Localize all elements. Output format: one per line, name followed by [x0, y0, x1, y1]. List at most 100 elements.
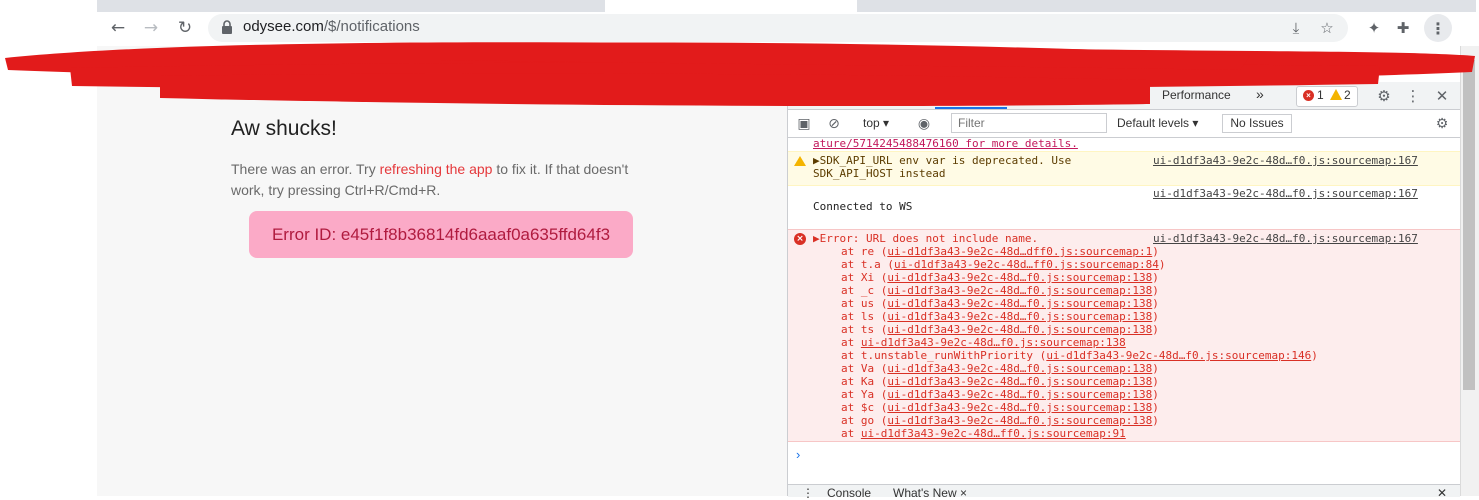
stack-frame-link[interactable]: ui-d1df3a43-9e2c-48d…f0.js:sourcemap:146 — [1046, 349, 1311, 362]
stack-frame-text: at — [841, 427, 861, 440]
warning-count-icon — [1330, 89, 1342, 100]
forward-arrow-icon[interactable]: → — [139, 16, 163, 40]
stack-frame-text: at go ( — [841, 414, 888, 427]
stack-frame-link[interactable]: ui-d1df3a43-9e2c-48d…f0.js:sourcemap:138 — [887, 414, 1152, 427]
stack-frame-link[interactable]: ui-d1df3a43-9e2c-48d…f0.js:sourcemap:138 — [887, 388, 1152, 401]
stack-frame-link[interactable]: ui-d1df3a43-9e2c-48d…f0.js:sourcemap:138 — [861, 336, 1126, 349]
error-count: 1 — [1317, 88, 1324, 102]
stack-frame-link[interactable]: ui-d1df3a43-9e2c-48d…f0.js:sourcemap:138 — [887, 401, 1152, 414]
page-content — [97, 46, 787, 496]
stack-frame: at $c (ui-d1df3a43-9e2c-48d…f0.js:source… — [841, 401, 1318, 414]
kebab-menu-icon[interactable]: ⋮ — [1403, 86, 1423, 106]
stack-frame: at Xi (ui-d1df3a43-9e2c-48d…f0.js:source… — [841, 271, 1318, 284]
stack-frame: at t.unstable_runWithPriority (ui-d1df3a… — [841, 349, 1318, 362]
stack-frame: at Ya (ui-d1df3a43-9e2c-48d…f0.js:source… — [841, 388, 1318, 401]
drawer-tab-whats-new[interactable]: What's New × — [893, 486, 967, 500]
tab-performance[interactable]: Performance — [1162, 88, 1231, 102]
stack-frame-suffix: ) — [1152, 323, 1159, 336]
stack-frame-link[interactable]: ui-d1df3a43-9e2c-48d…f0.js:sourcemap:138 — [887, 375, 1152, 388]
tab-elements[interactable]: Elements — [873, 88, 923, 102]
context-select[interactable]: top ▾ — [863, 116, 889, 130]
error-icon: × — [794, 233, 806, 245]
url-path: /$/notifications — [323, 18, 420, 35]
stack-frame-link[interactable]: ui-d1df3a43-9e2c-48d…ff0.js:sourcemap:84 — [894, 258, 1159, 271]
scrollbar-thumb[interactable] — [1463, 60, 1475, 390]
stack-frame: at ui-d1df3a43-9e2c-48d…ff0.js:sourcemap… — [841, 427, 1318, 440]
stack-frame-link[interactable]: ui-d1df3a43-9e2c-48d…f0.js:sourcemap:138 — [887, 284, 1152, 297]
stack-frame-text: at Va ( — [841, 362, 888, 375]
reload-icon[interactable]: ↻ — [173, 16, 197, 40]
error-text-before: There was an error. Try — [231, 161, 380, 177]
extension-icon[interactable]: ✦ — [1361, 16, 1387, 40]
error-heading: Aw shucks! — [231, 117, 337, 140]
stack-frame-suffix: ) — [1158, 258, 1166, 271]
error-message[interactable]: ▶Error: URL does not include name. — [813, 232, 1038, 245]
devtools-drawer — [788, 484, 1460, 497]
tab-console[interactable]: Console — [946, 88, 990, 102]
url-host: odysee.com — [243, 18, 324, 35]
stack-frame-text: at _c ( — [841, 284, 888, 297]
clear-console-icon[interactable]: ⊘ — [824, 114, 844, 134]
warning-message: ▶SDK_API_URL env var is deprecated. Use … — [813, 154, 1071, 180]
stack-frame-link[interactable]: ui-d1df3a43-9e2c-48d…f0.js:sourcemap:138 — [887, 297, 1152, 310]
refresh-app-link[interactable]: refreshing the app — [380, 161, 493, 177]
stack-frame-suffix: ) — [1152, 310, 1159, 323]
stack-frame-text: at Xi ( — [841, 271, 888, 284]
stack-frame-text: at ts ( — [841, 323, 888, 336]
back-arrow-icon[interactable]: ← — [106, 16, 130, 40]
stack-frame-suffix: ) — [1152, 284, 1159, 297]
stack-frame-link[interactable]: ui-d1df3a43-9e2c-48d…f0.js:sourcemap:138 — [887, 271, 1152, 284]
stack-frame-link[interactable]: ui-d1df3a43-9e2c-48d…f0.js:sourcemap:138 — [887, 323, 1152, 336]
drawer-close-icon[interactable]: ✕ — [1437, 486, 1447, 500]
warning-icon — [794, 156, 806, 166]
active-tab-indicator — [935, 107, 1007, 109]
filter-input[interactable] — [951, 113, 1107, 133]
issues-button[interactable]: No Issues — [1222, 114, 1292, 133]
error-stack-trace: at re (ui-d1df3a43-9e2c-48d…dff0.js:sour… — [841, 245, 1318, 440]
stack-frame: at us (ui-d1df3a43-9e2c-48d…f0.js:source… — [841, 297, 1318, 310]
lock-icon — [222, 20, 232, 34]
stack-frame-link[interactable]: ui-d1df3a43-9e2c-48d…ff0.js:sourcemap:91 — [861, 427, 1126, 440]
info-source-link[interactable]: ui-d1df3a43-9e2c-48d…f0.js:sourcemap:167 — [1153, 187, 1418, 200]
stack-frame-suffix: ) — [1152, 297, 1159, 310]
warning-source-link[interactable]: ui-d1df3a43-9e2c-48d…f0.js:sourcemap:167 — [1153, 154, 1418, 167]
drawer-tab-console[interactable]: Console — [827, 486, 871, 500]
stack-frame-link[interactable]: ui-d1df3a43-9e2c-48d…f0.js:sourcemap:138 — [887, 362, 1152, 375]
stack-frame-text: at re ( — [841, 245, 888, 258]
stack-frame: at go (ui-d1df3a43-9e2c-48d…f0.js:source… — [841, 414, 1318, 427]
kebab-menu-icon[interactable]: ⋮ — [1424, 14, 1452, 42]
stack-frame-text: at us ( — [841, 297, 888, 310]
stack-frame-suffix: ) — [1311, 349, 1318, 362]
tab-network[interactable]: Network — [1087, 88, 1131, 102]
stack-frame-suffix: ) — [1152, 388, 1159, 401]
gear-icon[interactable]: ⚙ — [1374, 86, 1394, 106]
stack-frame: at t.a (ui-d1df3a43-9e2c-48d…ff0.js:sour… — [841, 258, 1318, 271]
stack-frame-suffix: ) — [1152, 414, 1159, 427]
warning-line-1: ▶SDK_API_URL env var is deprecated. Use — [813, 154, 1072, 167]
sidebar-toggle-icon[interactable]: ▣ — [794, 114, 814, 134]
install-icon[interactable]: ⤓ — [1283, 16, 1309, 40]
stack-frame-suffix: ) — [1152, 271, 1159, 284]
eye-icon[interactable]: ◉ — [914, 114, 934, 134]
stack-frame: at ts (ui-d1df3a43-9e2c-48d…f0.js:source… — [841, 323, 1318, 336]
error-source-link[interactable]: ui-d1df3a43-9e2c-48d…f0.js:sourcemap:167 — [1153, 232, 1418, 245]
stack-frame-text: at $c ( — [841, 401, 888, 414]
stack-frame-link[interactable]: ui-d1df3a43-9e2c-48d…f0.js:sourcemap:138 — [887, 310, 1152, 323]
drawer-menu-icon[interactable]: ⋮ — [802, 486, 814, 500]
puzzle-icon[interactable]: ✚ — [1390, 16, 1416, 40]
stack-frame-text: at t.unstable_runWithPriority ( — [841, 349, 1047, 362]
close-icon[interactable]: ✕ — [1432, 86, 1452, 106]
more-tabs-button[interactable]: » — [1256, 86, 1264, 102]
log-levels-select[interactable]: Default levels ▾ — [1117, 116, 1198, 130]
stack-frame-link[interactable]: ui-d1df3a43-9e2c-48d…dff0.js:sourcemap:1 — [887, 245, 1152, 258]
console-prompt[interactable]: › — [796, 447, 800, 462]
stack-frame-suffix: ) — [1152, 362, 1159, 375]
error-description: There was an error. Try refreshing the a… — [231, 159, 661, 201]
gear-icon[interactable]: ⚙ — [1432, 114, 1452, 134]
active-tab[interactable] — [605, 0, 857, 12]
stack-frame-suffix: ) — [1152, 401, 1159, 414]
stack-frame: at re (ui-d1df3a43-9e2c-48d…dff0.js:sour… — [841, 245, 1318, 258]
warning-count: 2 — [1344, 88, 1351, 102]
url-text[interactable]: odysee.com/$/notifications — [243, 18, 420, 35]
star-icon[interactable]: ☆ — [1314, 16, 1340, 40]
